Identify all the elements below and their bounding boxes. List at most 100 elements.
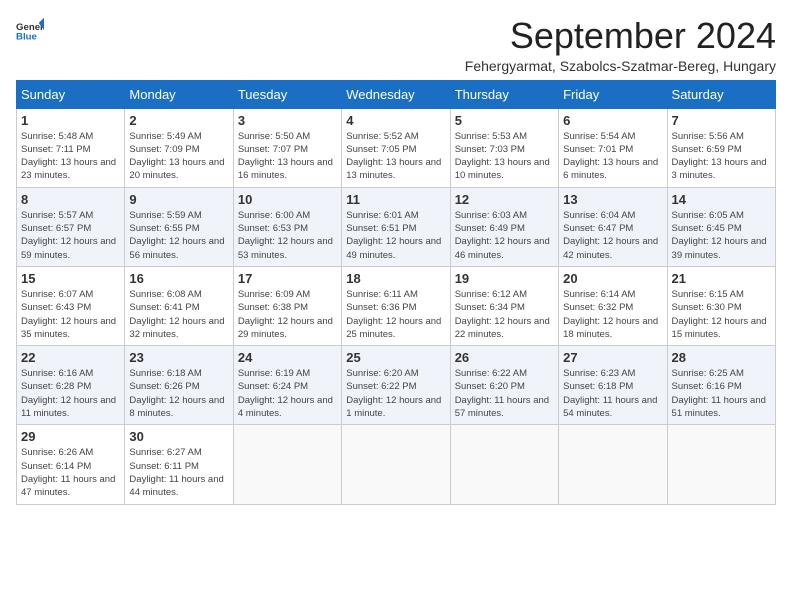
day-number: 27 bbox=[563, 350, 662, 365]
day-info: Sunrise: 5:52 AM Sunset: 7:05 PM Dayligh… bbox=[346, 130, 445, 183]
calendar-cell: 27 Sunrise: 6:23 AM Sunset: 6:18 PM Dayli… bbox=[559, 346, 667, 425]
weekday-header-monday: Monday bbox=[125, 80, 233, 108]
day-info: Sunrise: 5:53 AM Sunset: 7:03 PM Dayligh… bbox=[455, 130, 554, 183]
day-info: Sunrise: 6:26 AM Sunset: 6:14 PM Dayligh… bbox=[21, 446, 120, 499]
day-info: Sunrise: 6:27 AM Sunset: 6:11 PM Dayligh… bbox=[129, 446, 228, 499]
day-number: 10 bbox=[238, 192, 337, 207]
calendar-cell: 29 Sunrise: 6:26 AM Sunset: 6:14 PM Dayli… bbox=[17, 425, 125, 504]
calendar-cell: 28Sunrise: 6:25 AM Sunset: 6:16 PM Dayli… bbox=[667, 346, 775, 425]
day-number: 13 bbox=[563, 192, 662, 207]
day-number: 16 bbox=[129, 271, 228, 286]
title-area: September 2024 Fehergyarmat, Szabolcs-Sz… bbox=[465, 16, 776, 74]
day-info: Sunrise: 6:12 AM Sunset: 6:34 PM Dayligh… bbox=[455, 288, 554, 341]
day-info: Sunrise: 6:00 AM Sunset: 6:53 PM Dayligh… bbox=[238, 209, 337, 262]
day-info: Sunrise: 6:04 AM Sunset: 6:47 PM Dayligh… bbox=[563, 209, 662, 262]
calendar-cell: 3 Sunrise: 5:50 AM Sunset: 7:07 PM Daylig… bbox=[233, 108, 341, 187]
weekday-header-thursday: Thursday bbox=[450, 80, 558, 108]
day-info: Sunrise: 6:23 AM Sunset: 6:18 PM Dayligh… bbox=[563, 367, 662, 420]
calendar-cell: 2 Sunrise: 5:49 AM Sunset: 7:09 PM Daylig… bbox=[125, 108, 233, 187]
day-info: Sunrise: 5:54 AM Sunset: 7:01 PM Dayligh… bbox=[563, 130, 662, 183]
calendar-cell: 23 Sunrise: 6:18 AM Sunset: 6:26 PM Dayli… bbox=[125, 346, 233, 425]
day-info: Sunrise: 5:59 AM Sunset: 6:55 PM Dayligh… bbox=[129, 209, 228, 262]
calendar-cell: 5Sunrise: 5:53 AM Sunset: 7:03 PM Daylig… bbox=[450, 108, 558, 187]
calendar-cell: 22 Sunrise: 6:16 AM Sunset: 6:28 PM Dayli… bbox=[17, 346, 125, 425]
calendar-cell: 16Sunrise: 6:08 AM Sunset: 6:41 PM Dayli… bbox=[125, 266, 233, 345]
calendar-cell: 26Sunrise: 6:22 AM Sunset: 6:20 PM Dayli… bbox=[450, 346, 558, 425]
day-info: Sunrise: 6:11 AM Sunset: 6:36 PM Dayligh… bbox=[346, 288, 445, 341]
calendar-cell: 21Sunrise: 6:15 AM Sunset: 6:30 PM Dayli… bbox=[667, 266, 775, 345]
day-info: Sunrise: 5:48 AM Sunset: 7:11 PM Dayligh… bbox=[21, 130, 120, 183]
day-info: Sunrise: 5:50 AM Sunset: 7:07 PM Dayligh… bbox=[238, 130, 337, 183]
weekday-header-friday: Friday bbox=[559, 80, 667, 108]
calendar-cell: 14Sunrise: 6:05 AM Sunset: 6:45 PM Dayli… bbox=[667, 187, 775, 266]
day-number: 7 bbox=[672, 113, 771, 128]
day-number: 6 bbox=[563, 113, 662, 128]
day-number: 22 bbox=[21, 350, 120, 365]
weekday-header-saturday: Saturday bbox=[667, 80, 775, 108]
logo-icon: General Blue bbox=[16, 16, 44, 44]
month-title: September 2024 bbox=[465, 16, 776, 56]
calendar-cell: 6 Sunrise: 5:54 AM Sunset: 7:01 PM Daylig… bbox=[559, 108, 667, 187]
day-info: Sunrise: 6:18 AM Sunset: 6:26 PM Dayligh… bbox=[129, 367, 228, 420]
calendar-cell: 15 Sunrise: 6:07 AM Sunset: 6:43 PM Dayli… bbox=[17, 266, 125, 345]
calendar-cell: 17 Sunrise: 6:09 AM Sunset: 6:38 PM Dayli… bbox=[233, 266, 341, 345]
weekday-header-wednesday: Wednesday bbox=[342, 80, 450, 108]
day-number: 23 bbox=[129, 350, 228, 365]
weekday-header-tuesday: Tuesday bbox=[233, 80, 341, 108]
calendar-cell: 30 Sunrise: 6:27 AM Sunset: 6:11 PM Dayli… bbox=[125, 425, 233, 504]
day-number: 9 bbox=[129, 192, 228, 207]
weekday-header-row: SundayMondayTuesdayWednesdayThursdayFrid… bbox=[17, 80, 776, 108]
calendar-table: SundayMondayTuesdayWednesdayThursdayFrid… bbox=[16, 80, 776, 505]
day-number: 4 bbox=[346, 113, 445, 128]
day-number: 11 bbox=[346, 192, 445, 207]
calendar-cell: 18 Sunrise: 6:11 AM Sunset: 6:36 PM Dayli… bbox=[342, 266, 450, 345]
day-info: Sunrise: 6:09 AM Sunset: 6:38 PM Dayligh… bbox=[238, 288, 337, 341]
week-row-5: 29 Sunrise: 6:26 AM Sunset: 6:14 PM Dayli… bbox=[17, 425, 776, 504]
calendar-cell: 4 Sunrise: 5:52 AM Sunset: 7:05 PM Daylig… bbox=[342, 108, 450, 187]
day-info: Sunrise: 6:16 AM Sunset: 6:28 PM Dayligh… bbox=[21, 367, 120, 420]
calendar-cell bbox=[667, 425, 775, 504]
day-info: Sunrise: 6:07 AM Sunset: 6:43 PM Dayligh… bbox=[21, 288, 120, 341]
day-number: 18 bbox=[346, 271, 445, 286]
calendar-cell: 1 Sunrise: 5:48 AM Sunset: 7:11 PM Daylig… bbox=[17, 108, 125, 187]
week-row-1: 1 Sunrise: 5:48 AM Sunset: 7:11 PM Daylig… bbox=[17, 108, 776, 187]
day-info: Sunrise: 5:56 AM Sunset: 6:59 PM Dayligh… bbox=[672, 130, 771, 183]
day-info: Sunrise: 6:03 AM Sunset: 6:49 PM Dayligh… bbox=[455, 209, 554, 262]
page-header: General Blue September 2024 Fehergyarmat… bbox=[16, 16, 776, 74]
svg-text:Blue: Blue bbox=[16, 32, 37, 43]
day-info: Sunrise: 6:14 AM Sunset: 6:32 PM Dayligh… bbox=[563, 288, 662, 341]
day-number: 3 bbox=[238, 113, 337, 128]
location-title: Fehergyarmat, Szabolcs-Szatmar-Bereg, Hu… bbox=[465, 58, 776, 74]
day-number: 17 bbox=[238, 271, 337, 286]
calendar-cell: 10 Sunrise: 6:00 AM Sunset: 6:53 PM Dayli… bbox=[233, 187, 341, 266]
calendar-cell: 19Sunrise: 6:12 AM Sunset: 6:34 PM Dayli… bbox=[450, 266, 558, 345]
day-number: 30 bbox=[129, 429, 228, 444]
day-number: 1 bbox=[21, 113, 120, 128]
day-number: 24 bbox=[238, 350, 337, 365]
day-number: 26 bbox=[455, 350, 554, 365]
day-number: 25 bbox=[346, 350, 445, 365]
day-number: 15 bbox=[21, 271, 120, 286]
calendar-cell: 24Sunrise: 6:19 AM Sunset: 6:24 PM Dayli… bbox=[233, 346, 341, 425]
calendar-cell: 7 Sunrise: 5:56 AM Sunset: 6:59 PM Daylig… bbox=[667, 108, 775, 187]
calendar-cell: 8 Sunrise: 5:57 AM Sunset: 6:57 PM Daylig… bbox=[17, 187, 125, 266]
calendar-cell bbox=[559, 425, 667, 504]
calendar-cell: 20 Sunrise: 6:14 AM Sunset: 6:32 PM Dayli… bbox=[559, 266, 667, 345]
day-info: Sunrise: 6:01 AM Sunset: 6:51 PM Dayligh… bbox=[346, 209, 445, 262]
week-row-4: 22 Sunrise: 6:16 AM Sunset: 6:28 PM Dayli… bbox=[17, 346, 776, 425]
day-number: 29 bbox=[21, 429, 120, 444]
week-row-3: 15 Sunrise: 6:07 AM Sunset: 6:43 PM Dayli… bbox=[17, 266, 776, 345]
day-number: 2 bbox=[129, 113, 228, 128]
day-number: 12 bbox=[455, 192, 554, 207]
day-info: Sunrise: 5:57 AM Sunset: 6:57 PM Dayligh… bbox=[21, 209, 120, 262]
calendar-cell bbox=[342, 425, 450, 504]
day-number: 8 bbox=[21, 192, 120, 207]
day-info: Sunrise: 5:49 AM Sunset: 7:09 PM Dayligh… bbox=[129, 130, 228, 183]
calendar-cell: 11 Sunrise: 6:01 AM Sunset: 6:51 PM Dayli… bbox=[342, 187, 450, 266]
day-number: 20 bbox=[563, 271, 662, 286]
calendar-cell bbox=[450, 425, 558, 504]
day-number: 21 bbox=[672, 271, 771, 286]
weekday-header-sunday: Sunday bbox=[17, 80, 125, 108]
calendar-cell: 13 Sunrise: 6:04 AM Sunset: 6:47 PM Dayli… bbox=[559, 187, 667, 266]
calendar-cell: 12 Sunrise: 6:03 AM Sunset: 6:49 PM Dayli… bbox=[450, 187, 558, 266]
